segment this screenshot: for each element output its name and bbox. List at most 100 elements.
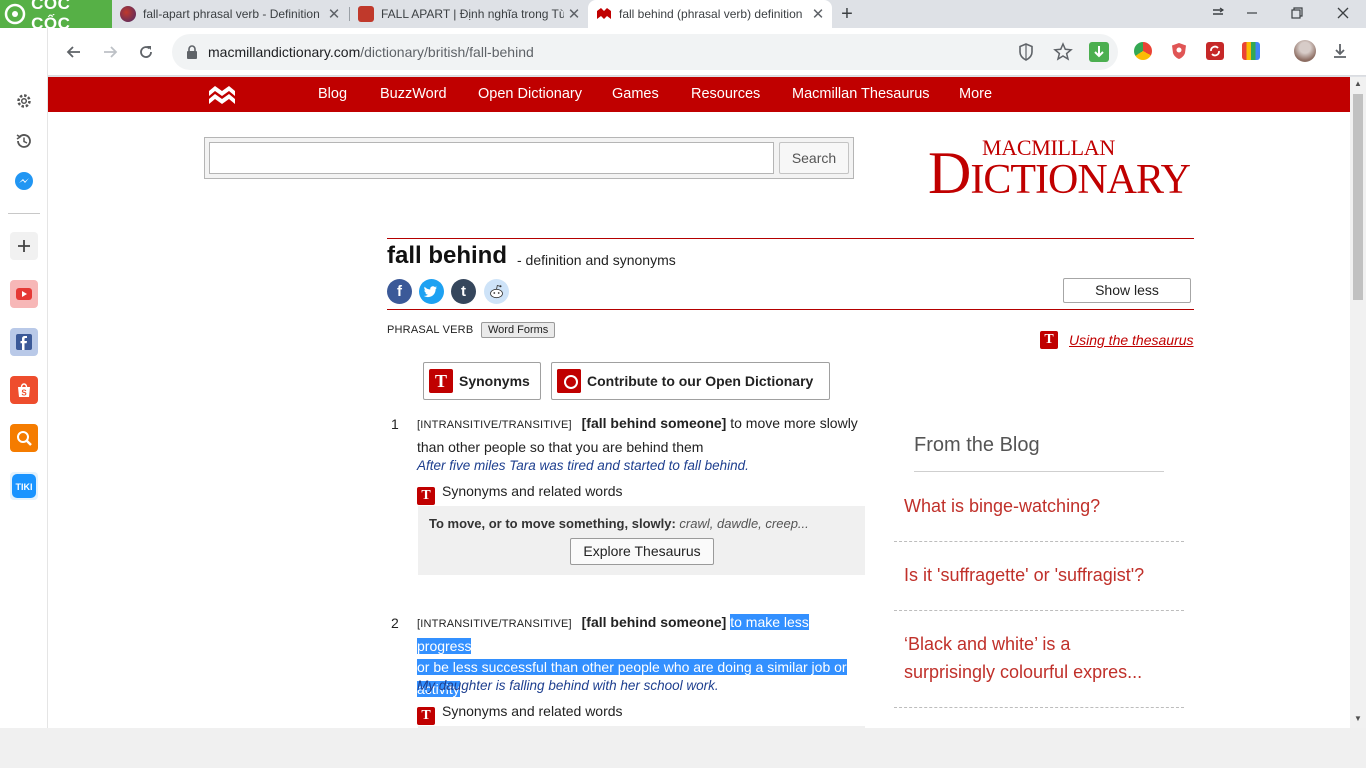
- search-box: Search: [204, 137, 854, 179]
- tab-fall-behind-macmillan[interactable]: fall behind (phrasal verb) definition ✕: [588, 0, 832, 28]
- svg-text:S: S: [21, 389, 27, 398]
- history-icon[interactable]: [10, 127, 38, 155]
- youtube-icon[interactable]: [10, 280, 38, 308]
- browser-toolbar: macmillandictionary.com/dictionary/briti…: [0, 28, 1366, 76]
- word-forms-button[interactable]: Word Forms: [481, 322, 556, 338]
- pattern-label: [fall behind someone]: [581, 614, 727, 630]
- headword: fall behind: [387, 242, 507, 269]
- blog-heading-rule: [914, 471, 1164, 472]
- tab-fall-apart-cambridge[interactable]: FALL APART | Định nghĩa trong Từ ✕: [350, 0, 588, 28]
- example-sentence: My daughter is falling behind with her s…: [417, 678, 719, 693]
- macmillan-logo-icon[interactable]: [208, 84, 236, 106]
- site-favicon-icon: [120, 6, 136, 22]
- grammar-label: [INTRANSITIVE/TRANSITIVE]: [417, 419, 572, 431]
- tab-close-icon[interactable]: ✕: [324, 5, 344, 23]
- browser-window: CỐC CỐC fall-apart phrasal verb - Defini…: [0, 0, 1366, 768]
- synonyms-related-toggle[interactable]: T Synonyms and related words: [417, 703, 623, 725]
- tab-close-icon[interactable]: ✕: [808, 5, 828, 23]
- nav-games[interactable]: Games: [612, 77, 659, 112]
- contribute-open-dictionary-button[interactable]: Contribute to our Open Dictionary: [551, 362, 830, 400]
- blog-link[interactable]: What is binge-watching?: [904, 492, 1169, 520]
- synonyms-related-toggle[interactable]: T Synonyms and related words: [417, 483, 623, 505]
- lock-icon[interactable]: [184, 44, 200, 60]
- url-text: macmillandictionary.com/dictionary/briti…: [208, 44, 534, 60]
- nav-macmillan-thesaurus[interactable]: Macmillan Thesaurus: [792, 77, 930, 112]
- thesaurus-summary: To move, or to move something, slowly: c…: [429, 516, 809, 531]
- nav-open-dictionary[interactable]: Open Dictionary: [478, 77, 582, 112]
- address-bar[interactable]: macmillandictionary.com/dictionary/briti…: [172, 34, 1118, 70]
- tumblr-share-icon[interactable]: t: [451, 279, 476, 304]
- color-grid-extension-icon[interactable]: [1242, 42, 1260, 60]
- red-extension-icon[interactable]: [1206, 42, 1224, 60]
- search-input[interactable]: [209, 142, 774, 174]
- tab-close-icon[interactable]: ✕: [564, 5, 584, 23]
- nav-more[interactable]: More: [959, 77, 992, 112]
- downloads-icon[interactable]: [1331, 42, 1349, 60]
- blog-divider: [894, 610, 1184, 611]
- blog-heading: From the Blog: [914, 434, 1040, 456]
- tiki-icon[interactable]: TIKI: [10, 472, 38, 500]
- shield-icon[interactable]: [1016, 42, 1036, 62]
- blog-link[interactable]: Is it 'suffragette' or 'suffragist'?: [904, 561, 1169, 589]
- thesaurus-t-icon: T: [417, 707, 435, 725]
- twitter-share-icon[interactable]: [419, 279, 444, 304]
- bookmark-star-icon[interactable]: [1053, 42, 1073, 62]
- search-button[interactable]: Search: [779, 142, 849, 174]
- add-shortcut-icon[interactable]: [10, 232, 38, 260]
- sense-definition: [INTRANSITIVE/TRANSITIVE] [fall behind s…: [417, 415, 858, 455]
- nav-resources[interactable]: Resources: [691, 77, 760, 112]
- tab-fall-apart-definition[interactable]: fall-apart phrasal verb - Definition ✕: [112, 0, 348, 28]
- scrollbar-thumb[interactable]: [1353, 94, 1363, 300]
- sidebar-divider: [8, 213, 40, 214]
- macmillan-favicon-icon: [596, 6, 612, 22]
- part-of-speech: PHRASAL VERB: [387, 324, 474, 336]
- blog-divider: [894, 707, 1184, 708]
- thesaurus-t-icon: T: [1040, 331, 1058, 349]
- browser-sidebar: S TIKI: [0, 28, 48, 768]
- selected-text: or be less successful than other people …: [417, 659, 847, 675]
- page-scrollbar[interactable]: ▲ ▼: [1350, 77, 1366, 728]
- headword-subtitle: - definition and synonyms: [517, 252, 676, 268]
- tab-title: fall-apart phrasal verb - Definition: [143, 7, 320, 21]
- settings-gear-icon[interactable]: [10, 87, 38, 115]
- close-window-button[interactable]: [1323, 0, 1363, 28]
- shopee-icon[interactable]: S: [10, 376, 38, 404]
- using-thesaurus-link[interactable]: Using the thesaurus: [1069, 332, 1194, 348]
- reload-button[interactable]: [132, 38, 160, 66]
- chrome-extension-icon[interactable]: [1134, 42, 1152, 60]
- restore-button[interactable]: [1277, 0, 1317, 28]
- nav-buzzword[interactable]: BuzzWord: [380, 77, 447, 112]
- thesaurus-t-icon: T: [417, 487, 435, 505]
- grammar-label: [INTRANSITIVE/TRANSITIVE]: [417, 618, 572, 630]
- coccoc-brand[interactable]: CỐC CỐC: [0, 0, 112, 33]
- show-less-button[interactable]: Show less: [1063, 278, 1191, 303]
- blog-link[interactable]: ‘Black and white’ is a surprisingly colou…: [904, 630, 1169, 686]
- new-tab-button[interactable]: +: [836, 2, 858, 26]
- tab-title: FALL APART | Định nghĩa trong Từ: [381, 7, 564, 21]
- example-sentence: After five miles Tara was tired and star…: [417, 458, 749, 473]
- reddit-share-icon[interactable]: [484, 279, 509, 304]
- tab-title: fall behind (phrasal verb) definition: [619, 7, 803, 21]
- search-app-icon[interactable]: [10, 424, 38, 452]
- back-button[interactable]: [60, 38, 88, 66]
- bottom-bar: [0, 728, 1366, 768]
- sense-number: 2: [391, 615, 399, 631]
- contribute-label: Contribute to our Open Dictionary: [587, 373, 814, 389]
- facebook-icon[interactable]: [10, 328, 38, 356]
- site-nav: Blog BuzzWord Open Dictionary Games Reso…: [48, 77, 1350, 112]
- synonyms-button[interactable]: T Synonyms: [423, 362, 541, 400]
- tab-strip: CỐC CỐC fall-apart phrasal verb - Defini…: [0, 0, 1366, 33]
- scroll-down-arrow-icon[interactable]: ▼: [1350, 712, 1366, 726]
- messenger-icon[interactable]: [10, 167, 38, 195]
- open-dictionary-icon: [557, 369, 581, 393]
- header-rule-bottom: [387, 309, 1194, 310]
- adblock-shield-icon[interactable]: [1170, 42, 1188, 60]
- profile-avatar[interactable]: [1294, 40, 1316, 62]
- scroll-up-arrow-icon[interactable]: ▲: [1350, 77, 1366, 91]
- download-arrow-icon[interactable]: [1089, 42, 1109, 62]
- facebook-share-icon[interactable]: f: [387, 279, 412, 304]
- explore-thesaurus-button[interactable]: Explore Thesaurus: [570, 538, 714, 565]
- forward-button[interactable]: [96, 38, 124, 66]
- minimize-button[interactable]: [1232, 0, 1272, 28]
- nav-blog[interactable]: Blog: [318, 77, 347, 112]
